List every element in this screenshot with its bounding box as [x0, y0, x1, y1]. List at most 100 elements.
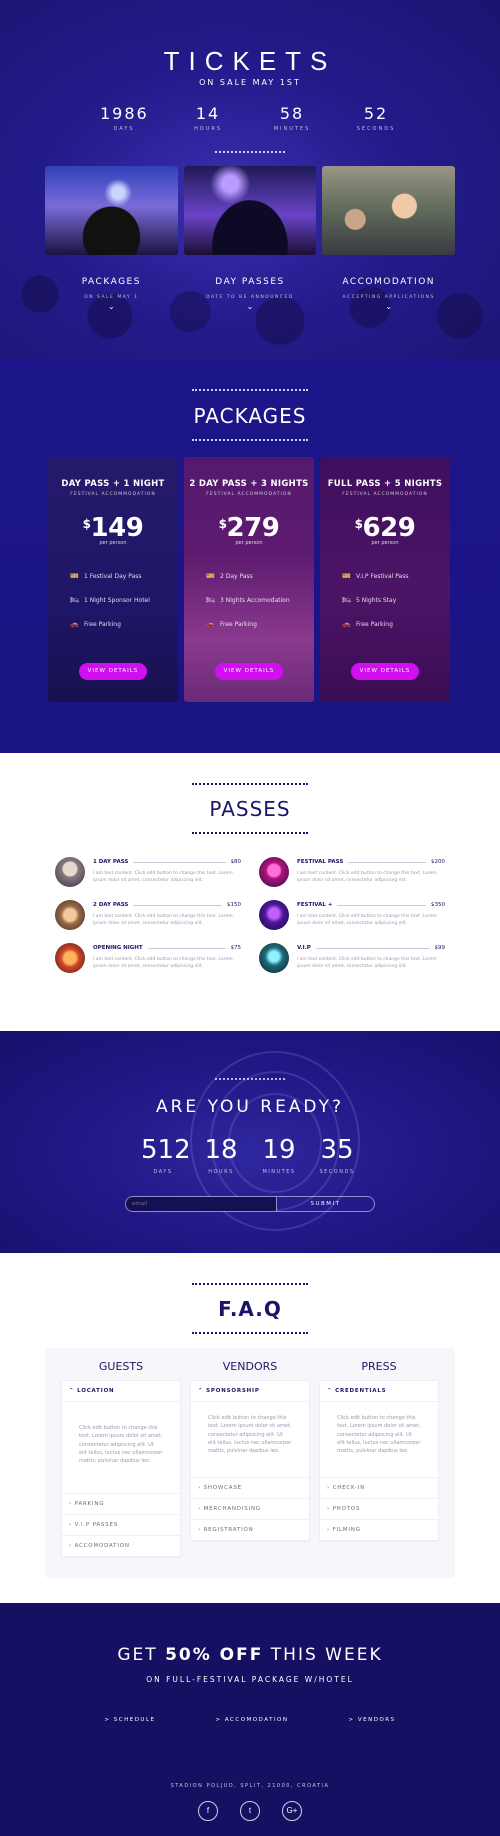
package-sub: FESTIVAL ACCOMMODATION — [70, 492, 156, 497]
package-price: $149 — [82, 513, 144, 543]
twitter-icon[interactable]: t — [240, 1801, 260, 1821]
view-details-button[interactable]: VIEW DETAILS — [351, 663, 419, 680]
faq-column-guests: GUESTS ⌃ LOCATION Click edit button to c… — [61, 1360, 181, 1558]
faq-item-filming[interactable]: › FILMING — [320, 1520, 438, 1541]
chevron-down-icon[interactable]: ⌄ — [45, 302, 178, 311]
faq-item-sponsorship[interactable]: ⌃ SPONSORSHIP — [191, 1381, 309, 1402]
package-name: 2 DAY PASS + 3 NIGHTS — [189, 479, 309, 489]
faq-item-parking[interactable]: › PARKING — [62, 1494, 180, 1515]
chevron-up-icon: ⌃ — [198, 1388, 207, 1394]
pass-item[interactable]: FESTIVAL PASS $200 I am text content. Cli… — [259, 857, 445, 889]
hero-countdown: 1986 DAYS 14 HOURS 58 MINUTES 52 SECONDS — [0, 104, 500, 132]
pass-item[interactable]: 1 DAY PASS $80 I am text content. Click e… — [55, 857, 241, 889]
faq-item-credentials[interactable]: ⌃ CREDENTIALS — [320, 1381, 438, 1402]
pass-item[interactable]: OPENING NIGHT $75 I am text content. Clic… — [55, 943, 241, 975]
package-card: 2 DAY PASS + 3 NIGHTS FESTIVAL ACCOMMODA… — [184, 457, 314, 702]
bed-icon: 🛏 — [342, 596, 351, 604]
faq-column-heading: GUESTS — [98, 1360, 144, 1373]
price-unit: per person — [235, 540, 263, 546]
page-title: TICKETS — [163, 46, 337, 76]
car-icon: 🚗 — [70, 620, 79, 628]
faq-section: F.A.Q GUESTS ⌃ LOCATION Click edit butto… — [0, 1253, 500, 1603]
packages-card-image[interactable] — [45, 166, 178, 255]
feature-item: 🎫 1 Festival Day Pass — [70, 572, 142, 580]
package-cards: DAY PASS + 1 NIGHT FESTIVAL ACCOMMODATIO… — [48, 457, 452, 702]
hero-cards — [45, 166, 456, 255]
faq-item-photos[interactable]: › PHOTOS — [320, 1499, 438, 1520]
faq-answer: Click edit button to change this text. L… — [320, 1402, 438, 1478]
dotted-divider — [192, 832, 308, 834]
card-caption-accomodation[interactable]: ACCOMODATION ACCEPTING APPLICATIONS ⌄ — [322, 277, 455, 311]
package-price: $279 — [218, 513, 280, 543]
feature-item: 🎫 V.I.P Festival Pass — [342, 572, 409, 580]
submit-button[interactable]: SUBMIT — [276, 1197, 374, 1211]
faq-accordion: ⌃ SPONSORSHIP Click edit button to chang… — [190, 1380, 310, 1542]
pass-item[interactable]: FESTIVAL + $350 I am text content. Click … — [259, 900, 445, 932]
faq-item-location[interactable]: ⌃ LOCATION — [62, 1381, 180, 1402]
countdown-minutes: 19 MINUTES — [262, 1135, 296, 1175]
link-schedule[interactable]: > SCHEDULE — [104, 1717, 155, 1723]
bed-icon: 🛏 — [70, 596, 79, 604]
bed-icon: 🛏 — [206, 596, 215, 604]
feature-item: 🚗 Free Parking — [342, 620, 393, 628]
day-passes-card-image[interactable] — [183, 166, 317, 255]
package-card: DAY PASS + 1 NIGHT FESTIVAL ACCOMMODATIO… — [48, 457, 178, 702]
feature-item: 🛏 5 Nights Stay — [342, 596, 397, 604]
faq-answer: Click edit button to change this text. L… — [62, 1402, 180, 1494]
faq-item-check-in[interactable]: › CHECK-IN — [320, 1478, 438, 1499]
chevron-down-icon[interactable]: ⌄ — [322, 302, 455, 311]
ticket-icon: 🎫 — [342, 572, 351, 580]
ready-countdown: 512 DAYS 18 HOURS 19 MINUTES 35 SECONDS — [0, 1135, 500, 1175]
faq-item-accomodation[interactable]: › ACCOMODATION — [62, 1536, 180, 1557]
chevron-up-icon: ⌃ — [69, 1388, 78, 1394]
feature-item: 🚗 Free Parking — [70, 620, 121, 628]
accomodation-card-image[interactable] — [322, 166, 456, 255]
feature-item: 🛏 1 Night Sponsor Hotel — [70, 596, 150, 604]
chevron-up-icon: ⌃ — [327, 1388, 336, 1394]
faq-column-heading: PRESS — [361, 1360, 397, 1373]
faq-item-showcase[interactable]: › SHOWCASE — [191, 1478, 309, 1499]
pass-avatar — [55, 943, 85, 973]
faq-item-vip-passes[interactable]: › V.I.P PASSES — [62, 1515, 180, 1536]
faq-item-merchandising[interactable]: › MERCHANDISING — [191, 1499, 309, 1520]
package-name: FULL PASS + 5 NIGHTS — [327, 479, 443, 489]
footer-links: > SCHEDULE > ACCOMODATION > VENDORS — [0, 1717, 500, 1723]
page-subtitle: ON SALE MAY 1ST — [199, 78, 301, 87]
dotted-divider — [192, 1283, 308, 1285]
hero-card-captions: PACKAGES ON SALE MAY 1 ⌄ DAY PASSES DATE… — [45, 277, 455, 311]
view-details-button[interactable]: VIEW DETAILS — [79, 663, 147, 680]
faq-column-heading: VENDORS — [222, 1360, 278, 1373]
faq-column-press: PRESS ⌃ CREDENTIALS Click edit button to… — [319, 1360, 439, 1542]
email-field[interactable] — [126, 1197, 276, 1211]
faq-item-registration[interactable]: › REGISTRATION — [191, 1520, 309, 1541]
faq-accordion: ⌃ LOCATION Click edit button to change t… — [61, 1380, 181, 1558]
chevron-down-icon[interactable]: ⌄ — [184, 302, 317, 311]
facebook-icon[interactable]: f — [198, 1801, 218, 1821]
faq-title: F.A.Q — [218, 1297, 282, 1321]
pass-avatar — [55, 857, 85, 887]
card-caption-day-passes[interactable]: DAY PASSES DATE TO BE ANNOUNCED ⌄ — [184, 277, 317, 311]
faq-panel: GUESTS ⌃ LOCATION Click edit button to c… — [45, 1348, 455, 1578]
ready-title: ARE YOU READY? — [155, 1097, 345, 1117]
hero-section: TICKETS ON SALE MAY 1ST 1986 DAYS 14 HOURS… — [0, 0, 500, 360]
ticket-icon: 🎫 — [70, 572, 79, 580]
faq-accordion: ⌃ CREDENTIALS Click edit button to chang… — [319, 1380, 439, 1542]
link-accomodation[interactable]: > ACCOMODATION — [216, 1717, 289, 1723]
dotted-divider — [215, 1078, 285, 1080]
pass-item[interactable]: 2 DAY PASS $150 I am text content. Click … — [55, 900, 241, 932]
address: STADION POLJUD, SPLIT, 21000, CROATIA — [170, 1783, 330, 1789]
countdown-days: 1986 DAYS — [100, 104, 149, 132]
pass-item[interactable]: V.I.P $99 I am text content. Click edit b… — [259, 943, 445, 975]
feature-item: 🎫 2 Day Pass — [206, 572, 253, 580]
view-details-button[interactable]: VIEW DETAILS — [215, 663, 283, 680]
packages-section: PACKAGES DAY PASS + 1 NIGHT FESTIVAL ACC… — [0, 360, 500, 753]
feature-list: 🎫 V.I.P Festival Pass 🛏 5 Nights Stay 🚗 Fre… — [320, 564, 450, 636]
promo-subtitle: ON FULL-FESTIVAL PACKAGE W/HOTEL — [146, 1675, 354, 1684]
link-vendors[interactable]: > VENDORS — [349, 1717, 396, 1723]
feature-list: 🎫 1 Festival Day Pass 🛏 1 Night Sponsor Ho… — [48, 564, 178, 636]
pass-avatar — [259, 900, 289, 930]
card-caption-packages[interactable]: PACKAGES ON SALE MAY 1 ⌄ — [45, 277, 178, 311]
feature-list: 🎫 2 Day Pass 🛏 3 Nights Accomodation 🚗 Free… — [184, 564, 314, 636]
google-plus-icon[interactable]: G+ — [282, 1801, 302, 1821]
dotted-divider — [192, 439, 308, 441]
